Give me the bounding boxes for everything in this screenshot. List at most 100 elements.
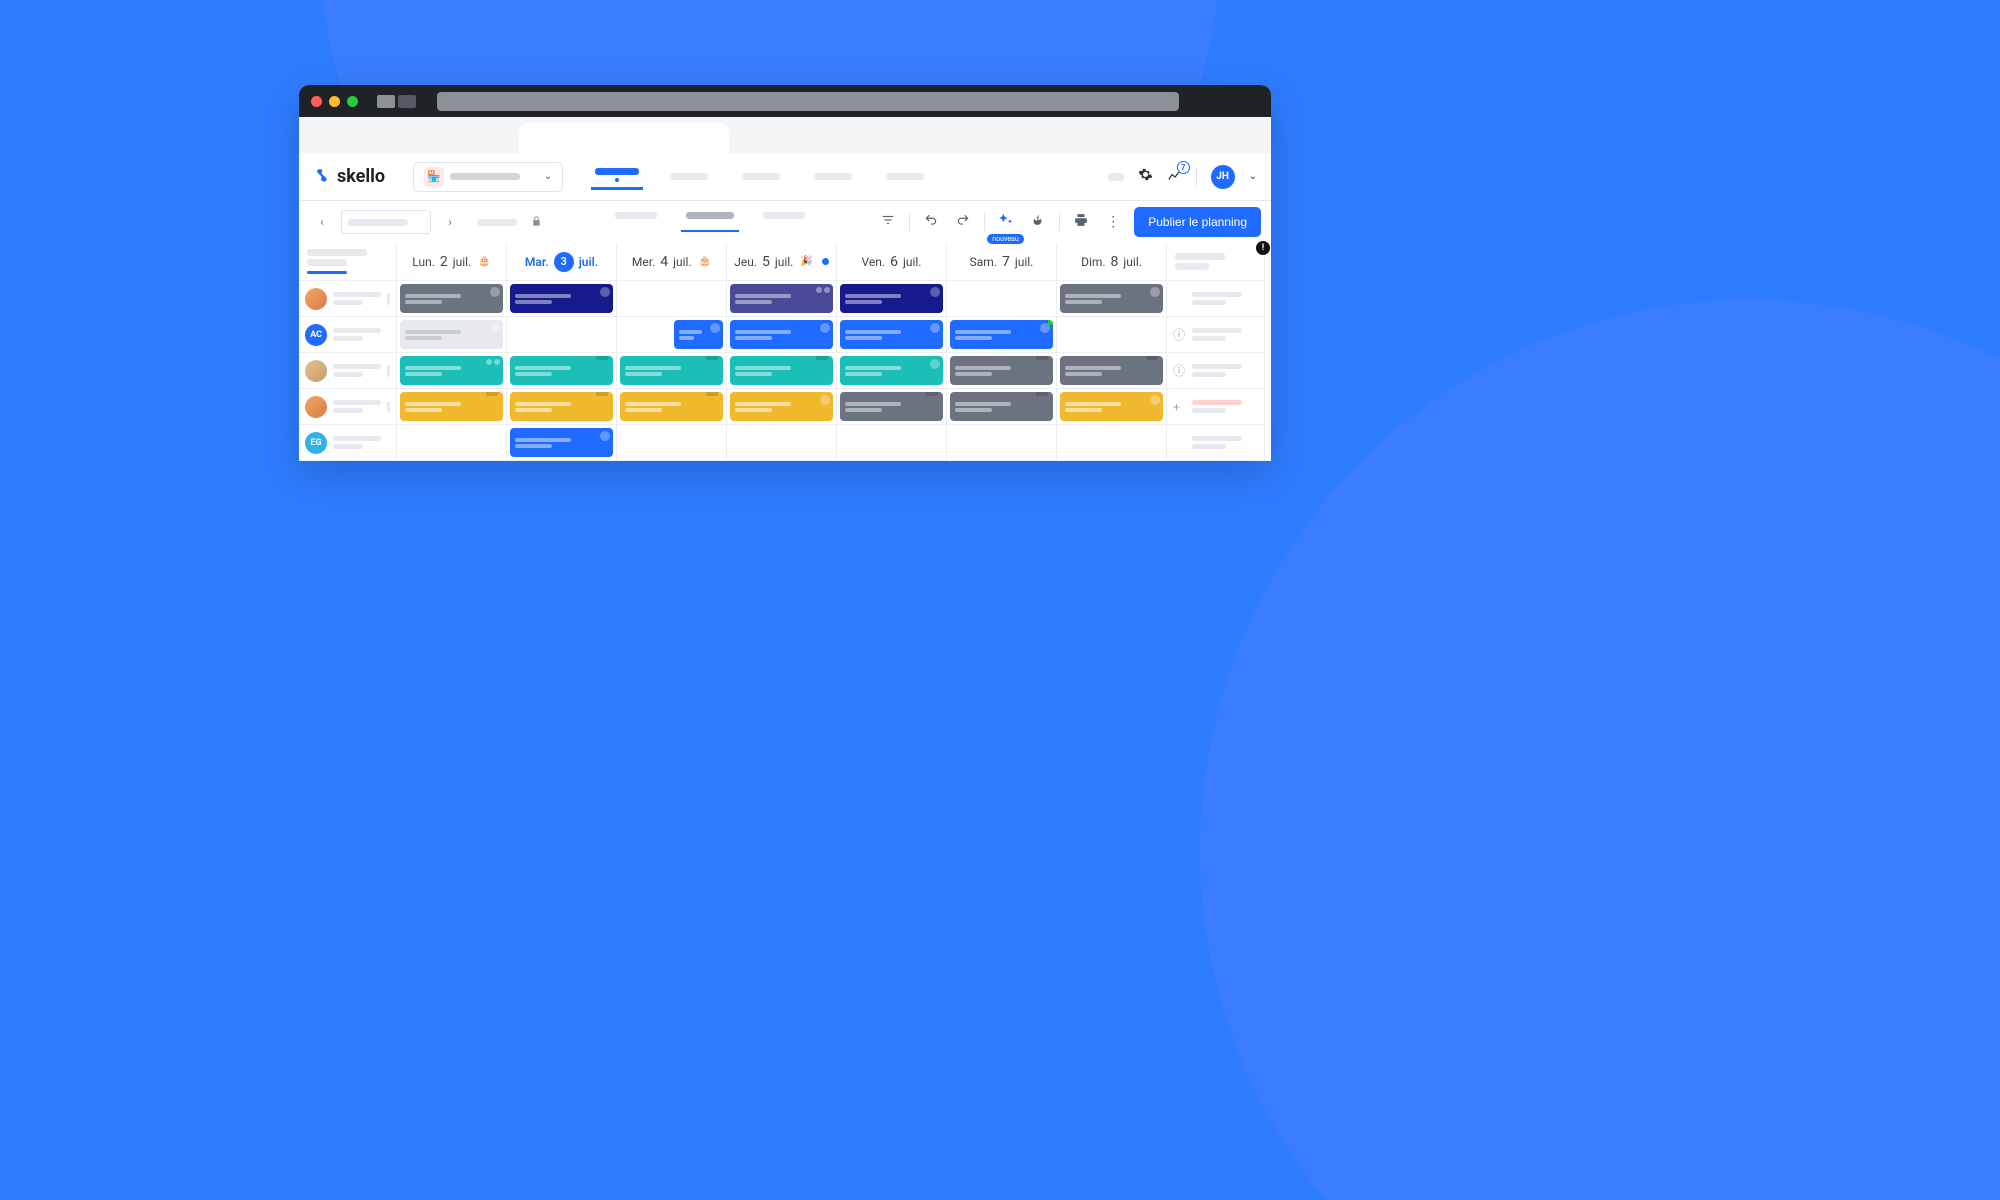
shift-block[interactable]: [510, 428, 613, 457]
publish-button[interactable]: Publier le planning: [1134, 207, 1261, 237]
schedule-cell[interactable]: [397, 317, 507, 353]
nav-item[interactable]: [807, 164, 859, 190]
user-avatar[interactable]: JH: [1211, 165, 1235, 189]
day-header[interactable]: Ven.6juil.: [837, 243, 947, 281]
day-header[interactable]: Mer.4juil.🎂: [617, 243, 727, 281]
window-tab[interactable]: [377, 95, 395, 108]
schedule-cell[interactable]: [837, 281, 947, 317]
schedule-cell[interactable]: [617, 281, 727, 317]
window-minimize-button[interactable]: [329, 96, 340, 107]
schedule-cell[interactable]: [507, 425, 617, 461]
shift-block[interactable]: [840, 320, 943, 349]
summary-cell[interactable]: [1167, 281, 1265, 317]
schedule-cell[interactable]: [947, 281, 1057, 317]
shift-block[interactable]: [730, 284, 833, 313]
summary-cell[interactable]: ⓘ: [1167, 317, 1265, 353]
schedule-cell[interactable]: [507, 353, 617, 389]
logo[interactable]: skello: [313, 166, 385, 187]
schedule-cell[interactable]: [1057, 317, 1167, 353]
schedule-cell[interactable]: [947, 353, 1057, 389]
schedule-cell[interactable]: [727, 389, 837, 425]
browser-tab-active[interactable]: [519, 123, 729, 153]
employee-cell[interactable]: [299, 389, 397, 425]
schedule-cell[interactable]: [837, 425, 947, 461]
schedule-cell[interactable]: [837, 353, 947, 389]
schedule-cell[interactable]: [727, 317, 837, 353]
day-header[interactable]: Jeu.5juil.🎉: [727, 243, 837, 281]
shop-selector[interactable]: 🏪 ⌄: [413, 162, 563, 192]
nav-planning[interactable]: [591, 164, 643, 190]
shift-block[interactable]: [400, 392, 503, 421]
schedule-cell[interactable]: [397, 389, 507, 425]
shift-block[interactable]: [950, 356, 1053, 385]
shift-block[interactable]: [510, 392, 613, 421]
shift-block[interactable]: [730, 356, 833, 385]
shift-block[interactable]: [510, 284, 613, 313]
schedule-cell[interactable]: [727, 353, 837, 389]
employee-cell[interactable]: [299, 353, 397, 389]
nav-item[interactable]: [663, 164, 715, 190]
prev-week-button[interactable]: ‹: [309, 209, 335, 235]
shift-block[interactable]: [730, 392, 833, 421]
week-selector[interactable]: [341, 210, 431, 234]
schedule-cell[interactable]: [947, 317, 1057, 353]
window-maximize-button[interactable]: [347, 96, 358, 107]
schedule-cell[interactable]: [837, 317, 947, 353]
shift-block[interactable]: [1060, 356, 1163, 385]
summary-cell[interactable]: [1167, 425, 1265, 461]
schedule-cell[interactable]: [507, 389, 617, 425]
schedule-cell[interactable]: [1057, 353, 1167, 389]
filter-icon[interactable]: [877, 213, 899, 231]
window-tab[interactable]: [398, 95, 416, 108]
summary-cell[interactable]: +: [1167, 389, 1265, 425]
schedule-cell[interactable]: [947, 425, 1057, 461]
shift-block[interactable]: [400, 320, 503, 349]
shift-block[interactable]: [400, 284, 503, 313]
analytics-icon[interactable]: 7: [1167, 167, 1182, 186]
print-icon[interactable]: [1070, 213, 1092, 231]
schedule-cell[interactable]: [1057, 281, 1167, 317]
day-header[interactable]: Sam.7juil.: [947, 243, 1057, 281]
schedule-cell[interactable]: [397, 353, 507, 389]
chevron-down-icon[interactable]: ⌄: [1249, 171, 1257, 182]
schedule-cell[interactable]: [837, 389, 947, 425]
shift-block[interactable]: [674, 320, 723, 349]
schedule-cell[interactable]: [947, 389, 1057, 425]
schedule-cell[interactable]: [617, 425, 727, 461]
view-tab[interactable]: [607, 212, 665, 232]
view-tab[interactable]: [755, 212, 813, 232]
smart-planning-icon[interactable]: nouveau: [995, 212, 1017, 232]
schedule-cell[interactable]: [727, 281, 837, 317]
employee-cell[interactable]: AC: [299, 317, 397, 353]
shift-block[interactable]: [1060, 284, 1163, 313]
shift-block[interactable]: [1060, 392, 1163, 421]
view-tab-active[interactable]: [681, 212, 739, 232]
shift-block[interactable]: [510, 356, 613, 385]
shift-block[interactable]: [620, 356, 723, 385]
undo-icon[interactable]: [920, 213, 942, 231]
browser-tab[interactable]: [721, 127, 921, 153]
redo-icon[interactable]: [952, 213, 974, 231]
employee-cell[interactable]: [299, 281, 397, 317]
schedule-cell[interactable]: [727, 425, 837, 461]
schedule-cell[interactable]: [397, 425, 507, 461]
shift-block[interactable]: [620, 392, 723, 421]
notifications-placeholder[interactable]: [1108, 173, 1124, 181]
url-bar[interactable]: [437, 92, 1179, 111]
lock-icon[interactable]: [531, 215, 542, 230]
nav-item[interactable]: [735, 164, 787, 190]
shift-block[interactable]: [840, 356, 943, 385]
shift-block[interactable]: [840, 284, 943, 313]
shift-block[interactable]: [730, 320, 833, 349]
employee-cell[interactable]: EG: [299, 425, 397, 461]
shift-block[interactable]: [950, 392, 1053, 421]
schedule-cell[interactable]: [617, 317, 727, 353]
summary-cell[interactable]: ⓘ: [1167, 353, 1265, 389]
next-week-button[interactable]: ›: [437, 209, 463, 235]
window-close-button[interactable]: [311, 96, 322, 107]
day-header[interactable]: Mar.3juil.: [507, 243, 617, 281]
nav-item[interactable]: [879, 164, 931, 190]
schedule-cell[interactable]: [617, 389, 727, 425]
shift-block[interactable]: [400, 356, 503, 385]
more-icon[interactable]: ⋮: [1102, 214, 1124, 230]
